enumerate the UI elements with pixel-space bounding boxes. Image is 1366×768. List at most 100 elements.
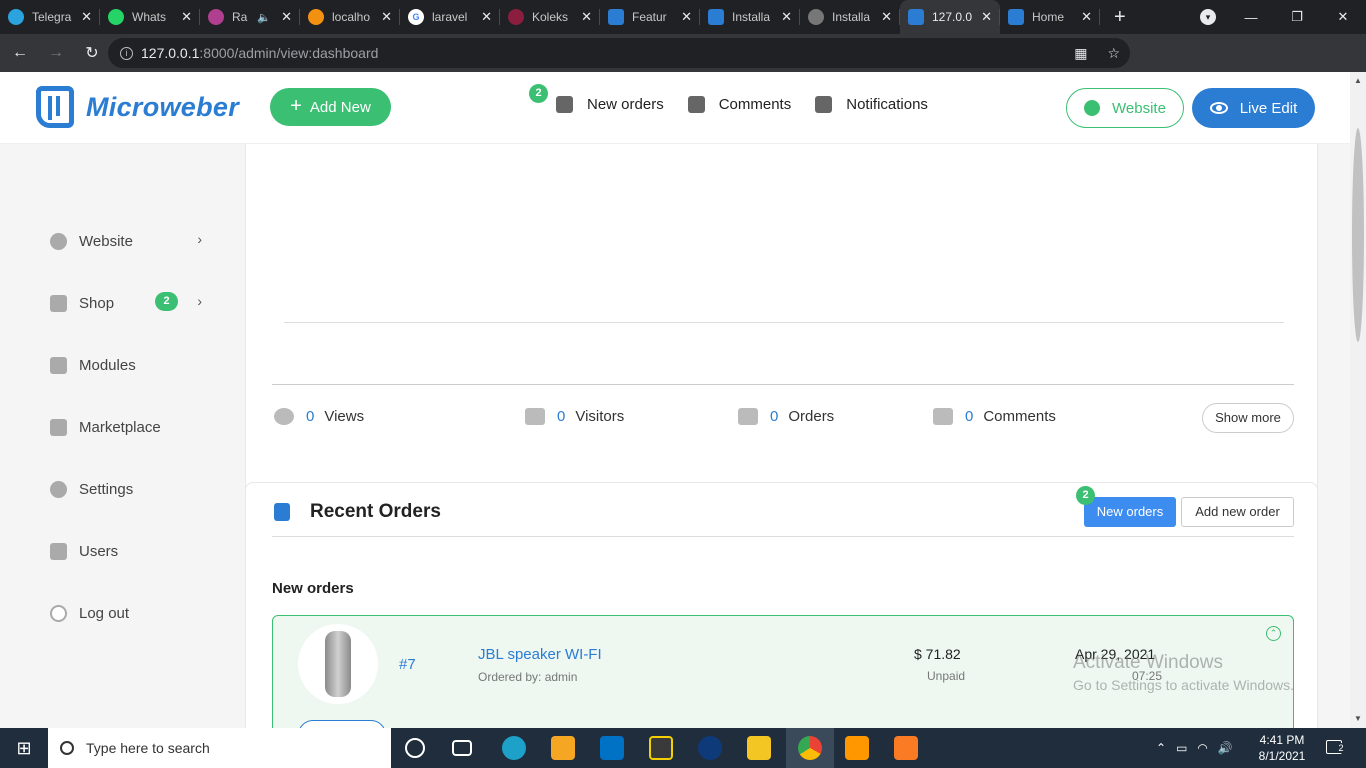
stat-value: 0 [306, 408, 315, 425]
eye-icon [274, 408, 294, 425]
media-icon [208, 9, 224, 25]
forward-icon[interactable]: → [40, 44, 72, 62]
browser-tab[interactable]: Telegra ✕ [0, 0, 100, 34]
close-icon[interactable]: ✕ [581, 9, 592, 25]
add-new-order-button[interactable]: Add new order [1181, 497, 1294, 527]
add-new-button[interactable]: + Add New [270, 88, 391, 126]
website-button[interactable]: Website [1066, 88, 1184, 128]
sidebar-item-logout[interactable]: Log out [50, 601, 210, 625]
wifi-icon[interactable]: ◠ [1197, 741, 1207, 755]
taskbar-search[interactable]: Type here to search [48, 728, 391, 768]
chevron-up-icon[interactable]: ⌃ [1156, 741, 1166, 755]
close-icon[interactable]: ✕ [981, 9, 992, 25]
bookmark-star-icon[interactable]: ☆ [1107, 45, 1120, 62]
nav-new-orders[interactable]: 2 New orders [529, 84, 664, 113]
close-icon[interactable]: ✕ [381, 9, 392, 25]
sidebar-item-settings[interactable]: Settings [50, 477, 210, 501]
close-icon[interactable]: ✕ [681, 9, 692, 25]
close-window-icon[interactable]: ✕ [1320, 9, 1366, 25]
browser-tab-bar: Telegra ✕ Whats ✕ Ra 🔈 ✕ localho ✕ Glaravel ✕ … [0, 0, 1366, 34]
address-bar[interactable]: i 127.0.0.1:8000/admin/view:dashboard ▦ ☆ [108, 38, 1130, 68]
stat-orders: 0 Orders [738, 408, 834, 425]
sidebar-item-users[interactable]: Users [50, 539, 210, 563]
shopping-bag-icon [50, 294, 67, 312]
app-icon[interactable] [698, 736, 722, 760]
edge-icon[interactable] [502, 736, 526, 760]
new-tab-button[interactable]: + [1114, 6, 1126, 29]
new-orders-button[interactable]: 2 New orders [1076, 486, 1176, 527]
notification-center-icon[interactable]: 2 [1326, 740, 1347, 754]
new-orders-badge: 2 [529, 84, 548, 103]
speaker-icon[interactable]: 🔈 [257, 11, 271, 24]
sidebar-item-modules[interactable]: Modules [50, 353, 210, 377]
file-explorer-icon[interactable] [747, 736, 771, 760]
scroll-up-icon[interactable]: ▲ [1354, 76, 1362, 85]
marketplace-icon [50, 418, 67, 436]
restore-icon[interactable]: ❐ [1274, 9, 1320, 25]
qr-icon[interactable]: ▦ [1074, 45, 1087, 62]
close-icon[interactable]: ✕ [1081, 9, 1092, 25]
windows-start-icon[interactable]: ⊞ [0, 728, 48, 768]
browser-tab[interactable]: Installa ✕ [700, 0, 800, 34]
store-icon[interactable] [551, 736, 575, 760]
order-id[interactable]: #7 [399, 656, 416, 673]
stat-value: 0 [965, 408, 974, 425]
browser-tab[interactable]: Installa ✕ [800, 0, 900, 34]
vscode-icon[interactable] [600, 736, 624, 760]
reload-icon[interactable]: ↻ [76, 43, 108, 63]
sidebar-item-shop[interactable]: Shop 2 › [50, 291, 210, 315]
sidebar-item-marketplace[interactable]: Marketplace [50, 415, 210, 439]
system-tray: ⌃ ▭ ◠ 🔊 [1156, 728, 1233, 768]
browser-tab[interactable]: Featur ✕ [600, 0, 700, 34]
clock-time: 4:41 PM [1259, 733, 1305, 747]
browser-tab[interactable]: localho ✕ [300, 0, 400, 34]
terminal-icon[interactable] [649, 736, 673, 760]
site-info-icon[interactable]: i [120, 46, 133, 60]
tab-search-icon[interactable]: ▾ [1200, 9, 1216, 25]
browser-tab[interactable]: Home ✕ [1000, 0, 1100, 34]
nav-label: New orders [587, 96, 664, 113]
xampp-icon[interactable] [894, 736, 918, 760]
browser-tab[interactable]: Glaravel ✕ [400, 0, 500, 34]
close-icon[interactable]: ✕ [81, 9, 92, 25]
microweber-icon [608, 9, 624, 25]
battery-icon[interactable]: ▭ [1176, 741, 1187, 755]
scrollbar-thumb[interactable] [1352, 128, 1364, 342]
task-view-icon[interactable] [452, 740, 472, 756]
shop-badge: 2 [155, 292, 178, 311]
microweber-icon [708, 9, 724, 25]
order-product-link[interactable]: JBL speaker WI-FI [478, 646, 602, 663]
search-icon [60, 741, 74, 755]
back-icon[interactable]: ← [4, 44, 36, 62]
logo[interactable]: Microweber [36, 86, 239, 128]
close-icon[interactable]: ✕ [281, 9, 292, 25]
close-icon[interactable]: ✕ [481, 9, 492, 25]
globe-icon [50, 232, 67, 250]
chevron-up-icon[interactable]: ⌃ [1266, 626, 1281, 641]
nav-notifications[interactable]: Notifications [815, 96, 928, 113]
tab-title: laravel [432, 10, 468, 24]
browser-tab[interactable]: Ra 🔈 ✕ [200, 0, 300, 34]
sidebar-item-label: Users [79, 542, 119, 560]
scroll-down-icon[interactable]: ▼ [1354, 714, 1362, 723]
stat-visitors: 0 Visitors [525, 408, 624, 425]
divider [272, 536, 1294, 537]
taskbar-clock[interactable]: 4:41 PM 8/1/2021 [1252, 732, 1312, 764]
close-icon[interactable]: ✕ [181, 9, 192, 25]
volume-icon[interactable]: 🔊 [1218, 741, 1233, 755]
browser-tab[interactable]: Whats ✕ [100, 0, 200, 34]
close-icon[interactable]: ✕ [881, 9, 892, 25]
browser-tab-active[interactable]: 127.0.0 ✕ [900, 0, 1000, 34]
live-edit-button[interactable]: Live Edit [1192, 88, 1315, 128]
show-more-button[interactable]: Show more [1202, 403, 1294, 433]
order-action-button[interactable] [298, 720, 386, 728]
minimize-icon[interactable]: — [1228, 10, 1274, 25]
cortana-icon[interactable] [405, 738, 425, 758]
sidebar-item-website[interactable]: Website › [50, 229, 210, 253]
search-placeholder: Type here to search [86, 740, 210, 756]
page-scrollbar[interactable]: ▲ ▼ [1350, 72, 1366, 728]
close-icon[interactable]: ✕ [781, 9, 792, 25]
nav-comments[interactable]: Comments [687, 96, 791, 113]
browser-tab[interactable]: Koleks ✕ [500, 0, 600, 34]
sublime-icon[interactable] [845, 736, 869, 760]
